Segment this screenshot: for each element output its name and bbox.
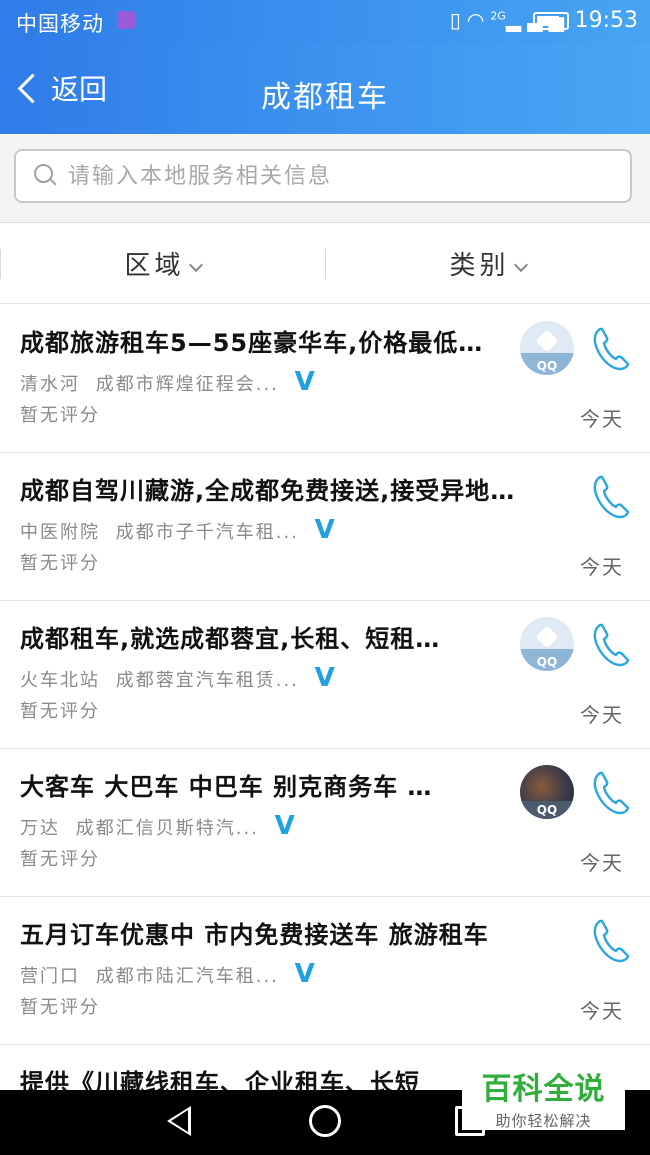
filter-category-label: 类别 (449, 250, 510, 281)
filter-category[interactable]: 类别 (325, 223, 650, 303)
filter-area[interactable]: 区域 (0, 223, 325, 303)
status-bar: 中国移动 ▯◠2G▂▃▅ 19:53 (0, 0, 650, 44)
listing-company: 成都蓉宜汽车租赁... (115, 670, 299, 691)
listing-area: 火车北站 (20, 670, 100, 691)
listing-title: 成都租车,就选成都蓉宜,长租、短租… (20, 625, 441, 653)
listing-company: 成都市子千汽车租... (115, 522, 299, 543)
avatar-label: QQ (536, 803, 558, 817)
battery-icon (533, 12, 569, 30)
listing-title: 成都旅游租车5—55座豪华车,价格最低… (20, 329, 484, 357)
header-bar: 返回 成都租车 (0, 44, 650, 134)
listing-meta: 万达 成都汇信贝斯特汽... V (20, 811, 297, 841)
app-notification-icon (117, 11, 135, 29)
listing-rating: 暂无评分 (20, 997, 100, 1018)
phone-icon[interactable] (590, 621, 632, 669)
list-item[interactable]: 成都自驾川藏游,全成都免费接送,接受异地… 中医附院 成都市子千汽车租... V… (0, 453, 650, 601)
listing-date: 今天 (580, 999, 624, 1023)
listing-date: 今天 (580, 703, 624, 727)
search-input[interactable] (66, 162, 610, 190)
listing-meta: 营门口 成都市陆汇汽车租... V (20, 959, 317, 989)
listing-area: 中医附院 (20, 522, 100, 543)
listing-list: 成都旅游租车5—55座豪华车,价格最低… 清水河 成都市辉煌征程会... V 暂… (0, 305, 650, 1105)
clock: 19:53 (574, 8, 638, 33)
verified-badge-icon: V (274, 811, 297, 841)
listing-date: 今天 (580, 851, 624, 875)
watermark-tagline: 助你轻松解决 (495, 1112, 592, 1130)
qq-avatar[interactable]: QQ (520, 321, 574, 375)
listing-title: 大客车 大巴车 中巴车 别克商务车 … (20, 773, 433, 801)
list-item[interactable]: 五月订车优惠中 市内免费接送车 旅游租车 营门口 成都市陆汇汽车租... V 暂… (0, 897, 650, 1045)
phone-icon[interactable] (590, 325, 632, 373)
home-circle-icon[interactable] (309, 1105, 341, 1137)
watermark-logo: 百科全说 助你轻松解决 (462, 1062, 625, 1130)
network-type: 2G (490, 9, 506, 23)
listing-rating: 暂无评分 (20, 405, 100, 426)
watermark-brand: 百科全说 (481, 1072, 606, 1107)
wifi-icon: ◠ (466, 8, 491, 32)
listing-company: 成都市陆汇汽车租... (95, 966, 279, 987)
list-item[interactable]: 成都旅游租车5—55座豪华车,价格最低… 清水河 成都市辉煌征程会... V 暂… (0, 305, 650, 453)
search-box[interactable] (14, 149, 632, 203)
listing-date: 今天 (580, 555, 624, 579)
vibrate-icon: ▯ (449, 8, 467, 32)
search-icon (32, 162, 60, 190)
listing-title: 五月订车优惠中 市内免费接送车 旅游租车 (20, 921, 489, 949)
verified-badge-icon: V (314, 515, 337, 545)
listing-meta: 火车北站 成都蓉宜汽车租赁... V (20, 663, 337, 693)
chevron-down-icon (188, 257, 203, 273)
qq-avatar[interactable]: QQ (520, 617, 574, 671)
chevron-down-icon (513, 257, 528, 273)
avatar-label: QQ (536, 359, 558, 373)
back-triangle-icon[interactable] (167, 1106, 191, 1136)
search-area (0, 134, 650, 222)
phone-icon[interactable] (590, 917, 632, 965)
listing-meta: 中医附院 成都市子千汽车租... V (20, 515, 337, 545)
phone-icon[interactable] (590, 473, 632, 521)
listing-company: 成都汇信贝斯特汽... (75, 818, 259, 839)
carrier-name: 中国移动 (16, 12, 104, 36)
listing-area: 营门口 (20, 966, 80, 987)
photo-avatar[interactable]: QQ (520, 765, 574, 819)
verified-badge-icon: V (314, 663, 337, 693)
verified-badge-icon: V (294, 959, 317, 989)
phone-icon[interactable] (590, 769, 632, 817)
page-title: 成都租车 (261, 80, 389, 115)
list-item[interactable]: 成都租车,就选成都蓉宜,长租、短租… 火车北站 成都蓉宜汽车租赁... V 暂无… (0, 601, 650, 749)
filter-area-label: 区域 (124, 250, 185, 281)
avatar-label: QQ (536, 655, 558, 669)
filter-bar: 区域 类别 (0, 222, 650, 304)
listing-date: 今天 (580, 407, 624, 431)
listing-meta: 清水河 成都市辉煌征程会... V (20, 367, 317, 397)
listing-rating: 暂无评分 (20, 849, 100, 870)
listing-area: 清水河 (20, 374, 80, 395)
listing-company: 成都市辉煌征程会... (95, 374, 279, 395)
listing-area: 万达 (20, 818, 60, 839)
listing-title: 成都自驾川藏游,全成都免费接送,接受异地… (20, 477, 516, 505)
list-item[interactable]: 大客车 大巴车 中巴车 别克商务车 … 万达 成都汇信贝斯特汽... V 暂无评… (0, 749, 650, 897)
listing-rating: 暂无评分 (20, 701, 100, 722)
verified-badge-icon: V (294, 367, 317, 397)
listing-rating: 暂无评分 (20, 553, 100, 574)
